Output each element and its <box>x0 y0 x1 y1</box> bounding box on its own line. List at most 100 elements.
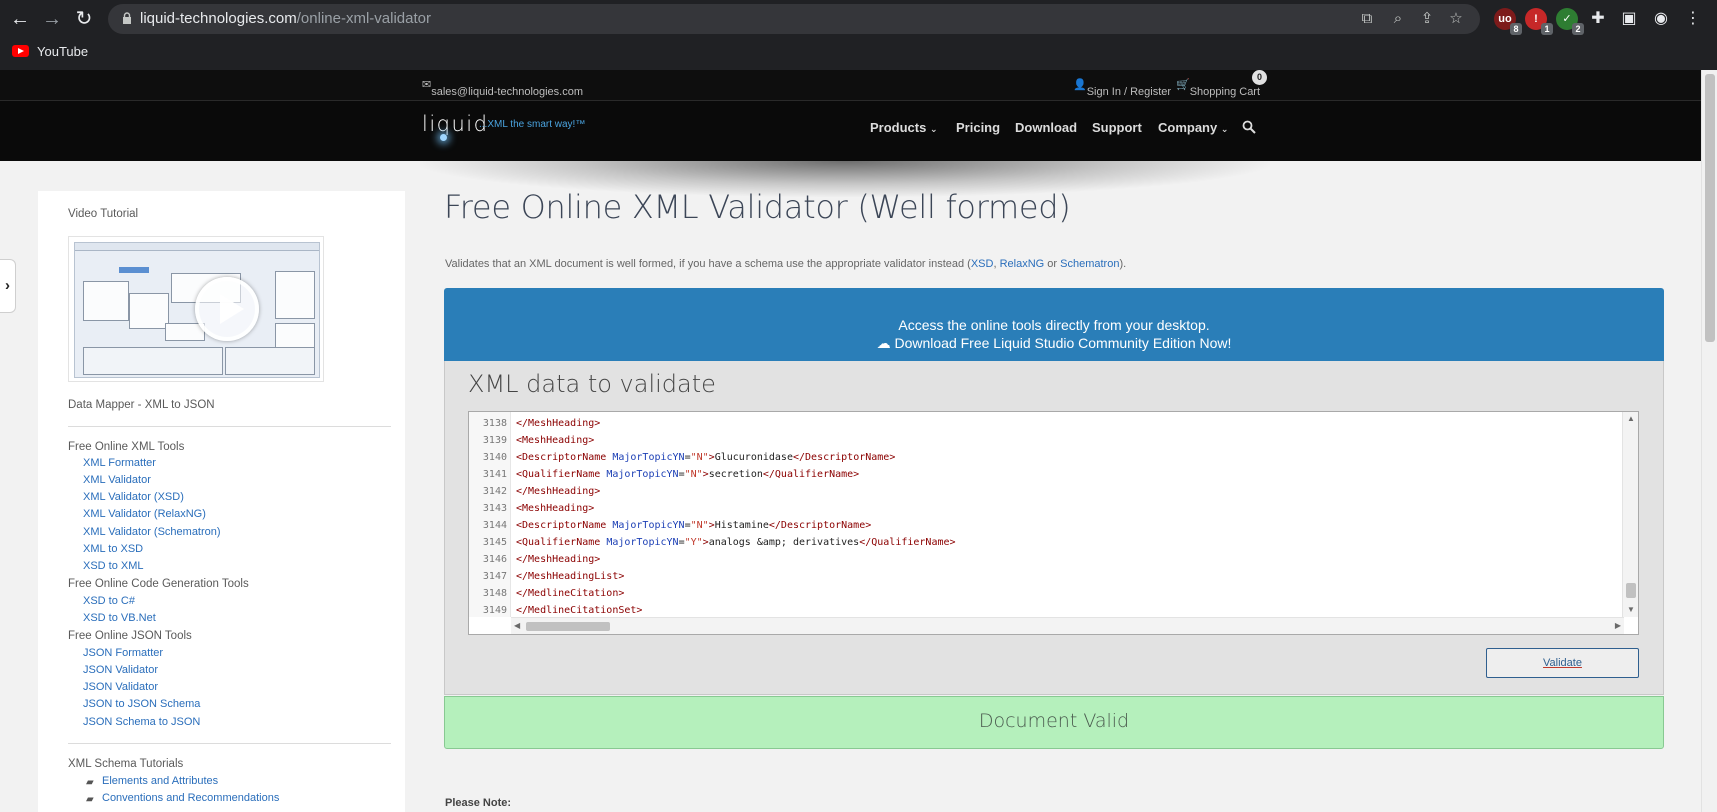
tutorial-link-elements-attributes[interactable]: Elements and Attributes <box>102 775 218 787</box>
browser-menu-icon[interactable]: ⋮ <box>1680 6 1706 32</box>
sidebar-link-xml-validator[interactable]: XML Validator <box>83 474 151 486</box>
lock-icon <box>123 12 131 24</box>
code-line[interactable]: </MeshHeading> <box>516 551 600 568</box>
site-tagline: ...XML the smart way!™ <box>479 119 586 130</box>
video-tutorial-title: Video Tutorial <box>68 208 139 220</box>
data-mapper-title[interactable]: Data Mapper - XML to JSON <box>68 399 215 411</box>
panel-title: XML data to validate <box>468 370 716 398</box>
bookmark-label: YouTube <box>37 43 89 59</box>
sidebar-link-xml-validator-xsd[interactable]: XML Validator (XSD) <box>83 491 184 503</box>
scroll-down-icon[interactable]: ▼ <box>1627 605 1635 614</box>
validate-button[interactable]: Validate <box>1486 648 1639 678</box>
nav-products[interactable]: Products ⌄ <box>870 120 938 135</box>
sidebar-link-json-formatter[interactable]: JSON Formatter <box>83 647 163 659</box>
code-line[interactable]: <QualifierName MajorTopicYN="N">secretio… <box>516 466 859 483</box>
sidebar-link-xsd-to-vbnet[interactable]: XSD to VB.Net <box>83 612 156 624</box>
bookmark-youtube[interactable]: YouTube <box>12 41 88 61</box>
zoom-icon[interactable]: ⌕ <box>1388 9 1408 29</box>
translate-icon[interactable]: ⧉ <box>1357 9 1377 29</box>
chevron-down-icon: ⌄ <box>929 124 938 134</box>
sidebar-link-json-validator-2[interactable]: JSON Validator <box>83 681 158 693</box>
code-line[interactable]: </MeshHeading> <box>516 415 600 432</box>
intro-text: Validates that an XML document is well f… <box>445 258 1127 270</box>
scroll-right-icon[interactable]: ▶ <box>1615 621 1621 630</box>
download-banner[interactable]: Access the online tools directly from yo… <box>444 288 1664 361</box>
banner-line-2[interactable]: ☁ Download Free Liquid Studio Community … <box>444 335 1664 352</box>
sidebar-link-xml-to-xsd[interactable]: XML to XSD <box>83 543 143 555</box>
scroll-thumb[interactable] <box>526 622 610 631</box>
sidebar-link-xsd-to-csharp[interactable]: XSD to C# <box>83 595 135 607</box>
email-link[interactable]: ✉ sales@liquid-technologies.com <box>422 78 583 98</box>
banner-line-1: Access the online tools directly from yo… <box>898 317 1210 333</box>
code-line[interactable]: <DescriptorName MajorTopicYN="N">Glucuro… <box>516 449 895 466</box>
schematron-link[interactable]: Schematron <box>1060 258 1119 270</box>
book-icon: ▰ <box>86 777 94 788</box>
tutorial-link-conventions[interactable]: Conventions and Recommendations <box>102 792 279 804</box>
code-line[interactable]: </MeshHeading> <box>516 483 600 500</box>
extensions-puzzle-icon[interactable]: ✚ <box>1585 6 1611 32</box>
forward-arrow-icon[interactable]: → <box>39 6 65 32</box>
divider <box>68 743 391 744</box>
bookmark-star-icon[interactable]: ☆ <box>1446 9 1466 29</box>
xsd-link[interactable]: XSD <box>971 258 994 270</box>
line-number: 3145 <box>482 537 507 548</box>
url-text: liquid-technologies.com/online-xml-valid… <box>140 10 431 27</box>
please-note-heading: Please Note: <box>445 797 512 809</box>
editor-horizontal-scrollbar[interactable]: ◀ ▶ <box>511 617 1624 634</box>
line-number: 3148 <box>482 588 507 599</box>
relaxng-link[interactable]: RelaxNG <box>1000 258 1045 270</box>
line-number: 3142 <box>482 486 507 497</box>
code-line[interactable]: <MeshHeading> <box>516 432 594 449</box>
nav-company[interactable]: Company ⌄ <box>1158 120 1228 135</box>
back-arrow-icon[interactable]: ← <box>7 6 33 32</box>
xml-editor[interactable]: 3138 </MeshHeading> 3139 <MeshHeading> 3140 <… <box>468 411 1639 635</box>
line-number: 3141 <box>482 469 507 480</box>
shopping-cart-link[interactable]: 🛒 Shopping Cart <box>1176 78 1260 98</box>
sidebar-toggle-chevron-icon[interactable]: › <box>0 259 16 313</box>
scroll-thumb[interactable] <box>1705 74 1715 342</box>
schema-tutorials-title: XML Schema Tutorials <box>68 758 184 770</box>
divider <box>68 426 391 427</box>
scroll-up-icon[interactable]: ▲ <box>1627 414 1635 423</box>
code-line[interactable]: <QualifierName MajorTopicYN="Y">analogs … <box>516 534 956 551</box>
scroll-thumb[interactable] <box>1626 583 1636 598</box>
sign-in-link[interactable]: 👤 Sign In / Register <box>1073 78 1171 98</box>
code-line[interactable]: </MedlineCitation> <box>516 585 624 602</box>
line-number: 3140 <box>482 452 507 463</box>
editor-vertical-scrollbar[interactable]: ▲ ▼ <box>1622 412 1638 617</box>
share-icon[interactable]: ⇪ <box>1417 9 1437 29</box>
json-tools-title: Free Online JSON Tools <box>68 630 192 642</box>
nav-support[interactable]: Support <box>1092 120 1142 135</box>
code-line[interactable]: </MeshHeadingList> <box>516 568 624 585</box>
search-icon[interactable] <box>1242 120 1256 134</box>
nav-download[interactable]: Download <box>1015 120 1077 135</box>
sidebar-link-json-to-json-schema[interactable]: JSON to JSON Schema <box>83 698 200 710</box>
sidebar-link-xml-validator-relaxng[interactable]: XML Validator (RelaxNG) <box>83 508 206 520</box>
sidebar-link-xsd-to-xml[interactable]: XSD to XML <box>83 560 144 572</box>
page-scrollbar[interactable] <box>1701 70 1717 812</box>
codegen-tools-title: Free Online Code Generation Tools <box>68 578 249 590</box>
sidebar-link-xml-formatter[interactable]: XML Formatter <box>83 457 156 469</box>
code-line[interactable]: <DescriptorName MajorTopicYN="N">Histami… <box>516 517 871 534</box>
chevron-down-icon: ⌄ <box>1220 124 1229 134</box>
xml-tools-title: Free Online XML Tools <box>68 441 185 453</box>
alert-extension-icon[interactable]: ! 1 <box>1525 8 1553 35</box>
shield-extension-icon[interactable]: ✓ 2 <box>1556 8 1584 35</box>
line-number: 3147 <box>482 571 507 582</box>
scroll-left-icon[interactable]: ◀ <box>514 621 520 630</box>
sidebar-link-json-schema-to-json[interactable]: JSON Schema to JSON <box>83 716 200 728</box>
play-icon[interactable] <box>195 277 259 341</box>
cloud-download-icon: ☁ <box>876 335 891 351</box>
site-navbar <box>0 101 1701 161</box>
sidebar-link-json-validator[interactable]: JSON Validator <box>83 664 158 676</box>
line-number: 3146 <box>482 554 507 565</box>
side-panel-icon[interactable]: ▣ <box>1616 6 1642 32</box>
profile-avatar-icon[interactable]: ◉ <box>1648 6 1674 32</box>
reload-icon[interactable]: ↻ <box>71 6 97 32</box>
sidebar-link-xml-validator-schematron[interactable]: XML Validator (Schematron) <box>83 526 221 538</box>
video-thumbnail[interactable] <box>68 236 324 382</box>
code-line[interactable]: <MeshHeading> <box>516 500 594 517</box>
nav-pricing[interactable]: Pricing <box>956 120 1000 135</box>
ublock-extension-icon[interactable]: uo 8 <box>1494 8 1522 35</box>
address-bar[interactable]: liquid-technologies.com/online-xml-valid… <box>108 4 1480 34</box>
